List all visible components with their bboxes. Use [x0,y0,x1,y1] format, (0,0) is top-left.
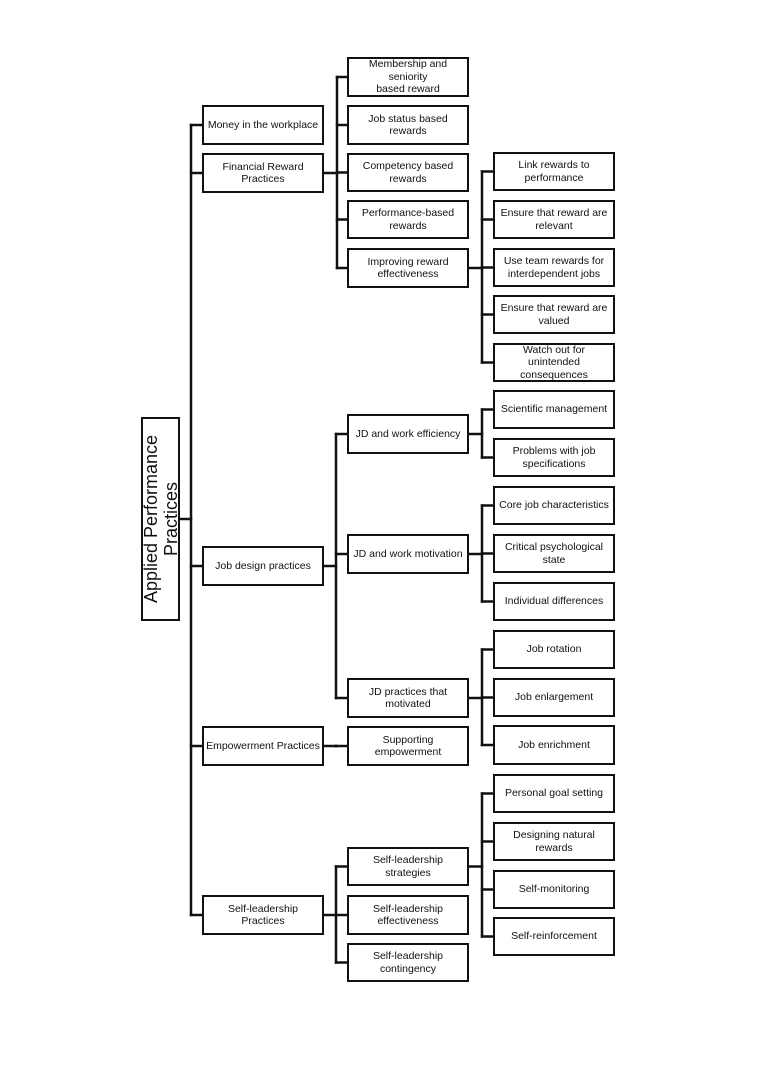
leaf-scientific-management: Scientific management [493,390,615,429]
node-jd-work-efficiency: JD and work efficiency [347,414,469,454]
leaf-personal-goal-setting: Personal goal setting [493,774,615,813]
branch-empowerment-practices: Empowerment Practices [202,726,324,766]
leaf-individual-differences: Individual differences [493,582,615,621]
root-label: Applied Performance Practices [140,434,181,604]
leaf-self-monitoring: Self-monitoring [493,870,615,909]
leaf-problems-job-specifications: Problems with job specifications [493,438,615,477]
node-membership-seniority: Membership and seniority based reward [347,57,469,97]
node-jd-practices-motivated: JD practices that motivated [347,678,469,718]
leaf-self-reinforcement: Self-reinforcement [493,917,615,956]
leaf-ensure-valued: Ensure that reward are valued [493,295,615,334]
leaf-link-rewards: Link rewards to performance [493,152,615,191]
node-competency: Competency based rewards [347,153,469,192]
node-supporting-empowerment: Supporting empowerment [347,726,469,766]
leaf-core-job-characteristics: Core job characteristics [493,486,615,525]
node-job-status: Job status based rewards [347,105,469,145]
leaf-ensure-relevant: Ensure that reward are relevant [493,200,615,239]
branch-money-in-the-workplace: Money in the workplace [202,105,324,145]
branch-self-leadership-practices: Self-leadership Practices [202,895,324,935]
branch-financial-reward-practices: Financial Reward Practices [202,153,324,193]
leaf-critical-psychological-state: Critical psychological state [493,534,615,573]
leaf-job-rotation: Job rotation [493,630,615,669]
org-chart: Applied Performance Practices Money in t… [0,0,768,1087]
leaf-designing-natural-rewards: Designing natural rewards [493,822,615,861]
node-jd-work-motivation: JD and work motivation [347,534,469,574]
node-self-leadership-strategies: Self-leadership strategies [347,847,469,886]
node-self-leadership-effectiveness: Self-leadership effectiveness [347,895,469,935]
leaf-team-rewards: Use team rewards for interdependent jobs [493,248,615,287]
leaf-watch-out: Watch out for unintended consequences [493,343,615,382]
leaf-job-enlargement: Job enlargement [493,678,615,717]
leaf-job-enrichment: Job enrichment [493,725,615,765]
root-node: Applied Performance Practices [140,417,181,621]
branch-job-design-practices: Job design practices [202,546,324,586]
node-self-leadership-contingency: Self-leadership contingency [347,943,469,982]
node-performance-based: Performance-based rewards [347,200,469,239]
node-improving-reward-effectiveness: Improving reward effectiveness [347,248,469,288]
